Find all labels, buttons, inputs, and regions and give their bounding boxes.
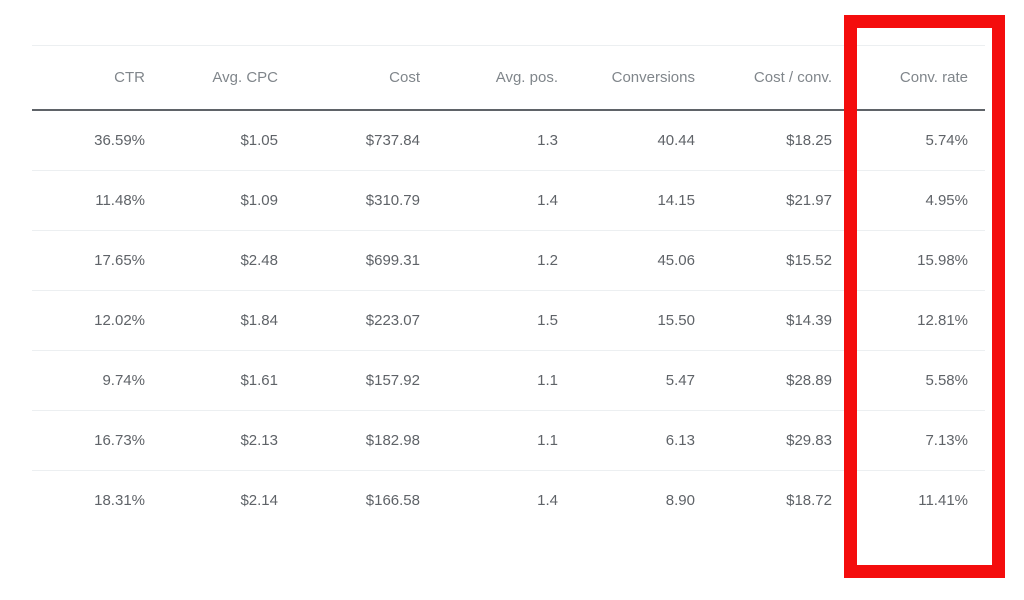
cell-avg-pos: 1.1 xyxy=(437,411,575,471)
cell-conversions: 45.06 xyxy=(575,231,712,291)
cell-ctr: 18.31% xyxy=(32,471,162,531)
cell-conversions: 8.90 xyxy=(575,471,712,531)
cell-cost-conv: $18.72 xyxy=(712,471,849,531)
column-header-conv-rate[interactable]: Conv. rate xyxy=(849,46,985,111)
cell-conv-rate: 5.74% xyxy=(849,110,985,171)
cell-avg-cpc: $1.61 xyxy=(162,351,295,411)
column-header-conversions[interactable]: Conversions xyxy=(575,46,712,111)
cell-cost-conv: $29.83 xyxy=(712,411,849,471)
cell-conv-rate: 11.41% xyxy=(849,471,985,531)
cell-conv-rate: 4.95% xyxy=(849,171,985,231)
column-header-cost-conv[interactable]: Cost / conv. xyxy=(712,46,849,111)
cell-cost-conv: $18.25 xyxy=(712,110,849,171)
table-row: 18.31% $2.14 $166.58 1.4 8.90 $18.72 11.… xyxy=(32,471,985,531)
cell-avg-pos: 1.4 xyxy=(437,471,575,531)
cell-cost: $223.07 xyxy=(295,291,437,351)
cell-conversions: 6.13 xyxy=(575,411,712,471)
screenshot-canvas: CTR Avg. CPC Cost Avg. pos. Conversions … xyxy=(0,0,1024,600)
cell-conv-rate: 5.58% xyxy=(849,351,985,411)
column-header-ctr[interactable]: CTR xyxy=(32,46,162,111)
column-header-avg-cpc[interactable]: Avg. CPC xyxy=(162,46,295,111)
table-row: 36.59% $1.05 $737.84 1.3 40.44 $18.25 5.… xyxy=(32,110,985,171)
cell-avg-pos: 1.1 xyxy=(437,351,575,411)
cell-cost: $699.31 xyxy=(295,231,437,291)
cell-conversions: 15.50 xyxy=(575,291,712,351)
cell-conv-rate: 15.98% xyxy=(849,231,985,291)
table-row: 16.73% $2.13 $182.98 1.1 6.13 $29.83 7.1… xyxy=(32,411,985,471)
cell-avg-pos: 1.4 xyxy=(437,171,575,231)
table-header-row: CTR Avg. CPC Cost Avg. pos. Conversions … xyxy=(32,46,985,111)
cell-avg-cpc: $1.84 xyxy=(162,291,295,351)
cell-avg-cpc: $2.14 xyxy=(162,471,295,531)
cell-cost: $166.58 xyxy=(295,471,437,531)
cell-cost-conv: $28.89 xyxy=(712,351,849,411)
cell-cost-conv: $21.97 xyxy=(712,171,849,231)
cell-conversions: 14.15 xyxy=(575,171,712,231)
cell-avg-cpc: $1.09 xyxy=(162,171,295,231)
table-header: CTR Avg. CPC Cost Avg. pos. Conversions … xyxy=(32,46,985,111)
table-body: 36.59% $1.05 $737.84 1.3 40.44 $18.25 5.… xyxy=(32,110,985,530)
performance-metrics-table: CTR Avg. CPC Cost Avg. pos. Conversions … xyxy=(32,45,985,530)
cell-conversions: 5.47 xyxy=(575,351,712,411)
cell-ctr: 36.59% xyxy=(32,110,162,171)
cell-avg-pos: 1.2 xyxy=(437,231,575,291)
cell-conv-rate: 7.13% xyxy=(849,411,985,471)
cell-conv-rate: 12.81% xyxy=(849,291,985,351)
table-row: 12.02% $1.84 $223.07 1.5 15.50 $14.39 12… xyxy=(32,291,985,351)
cell-cost-conv: $14.39 xyxy=(712,291,849,351)
cell-avg-cpc: $1.05 xyxy=(162,110,295,171)
cell-ctr: 12.02% xyxy=(32,291,162,351)
cell-ctr: 9.74% xyxy=(32,351,162,411)
cell-cost: $737.84 xyxy=(295,110,437,171)
cell-ctr: 17.65% xyxy=(32,231,162,291)
table-row: 9.74% $1.61 $157.92 1.1 5.47 $28.89 5.58… xyxy=(32,351,985,411)
table-row: 17.65% $2.48 $699.31 1.2 45.06 $15.52 15… xyxy=(32,231,985,291)
cell-cost-conv: $15.52 xyxy=(712,231,849,291)
cell-conversions: 40.44 xyxy=(575,110,712,171)
cell-ctr: 11.48% xyxy=(32,171,162,231)
cell-avg-pos: 1.5 xyxy=(437,291,575,351)
table-row: 11.48% $1.09 $310.79 1.4 14.15 $21.97 4.… xyxy=(32,171,985,231)
cell-cost: $157.92 xyxy=(295,351,437,411)
cell-avg-cpc: $2.13 xyxy=(162,411,295,471)
column-header-cost[interactable]: Cost xyxy=(295,46,437,111)
cell-cost: $310.79 xyxy=(295,171,437,231)
cell-avg-cpc: $2.48 xyxy=(162,231,295,291)
cell-cost: $182.98 xyxy=(295,411,437,471)
cell-ctr: 16.73% xyxy=(32,411,162,471)
column-header-avg-pos[interactable]: Avg. pos. xyxy=(437,46,575,111)
cell-avg-pos: 1.3 xyxy=(437,110,575,171)
